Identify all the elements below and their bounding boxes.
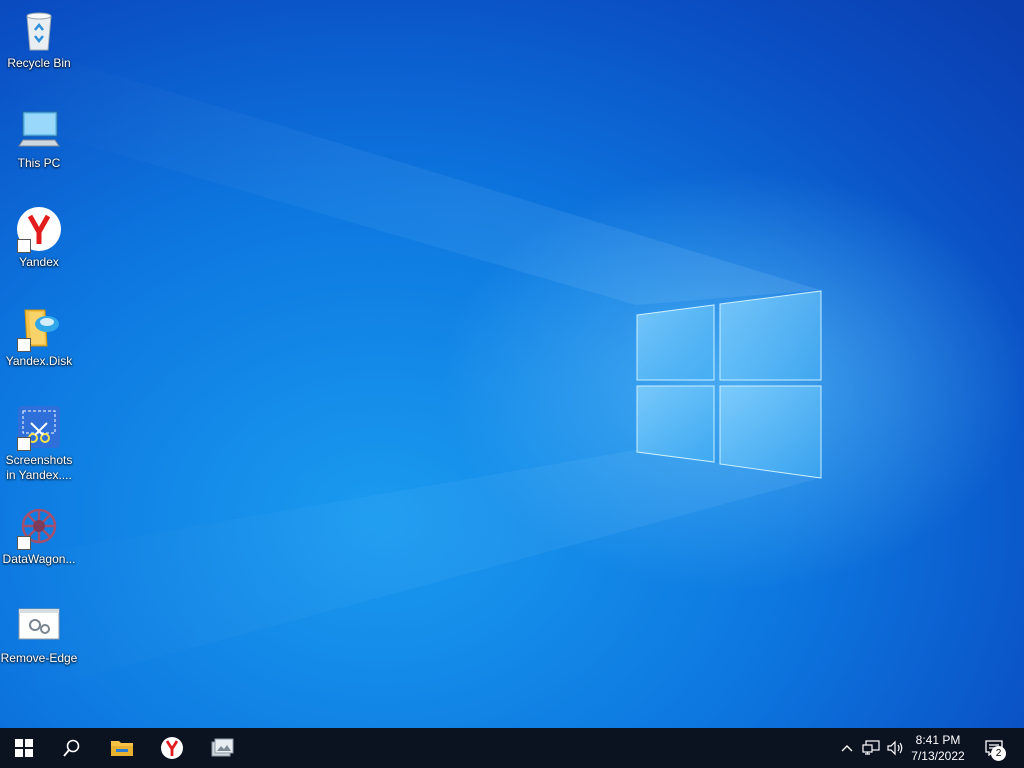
desktop-icon-label: Yandex xyxy=(19,255,59,269)
screenshot-scissors-icon xyxy=(15,403,63,451)
file-explorer-icon xyxy=(111,741,133,756)
chevron-up-icon xyxy=(841,745,853,752)
computer-icon xyxy=(15,106,63,154)
windows-logo-icon xyxy=(15,739,33,757)
tray-show-hidden[interactable] xyxy=(836,728,858,768)
tray-network[interactable] xyxy=(859,728,883,768)
desktop[interactable]: Recycle Bin This PC Yandex Yandex.Disk S… xyxy=(0,0,1024,728)
notification-count-badge: 2 xyxy=(991,746,1006,761)
desktop-icon-remove-edge[interactable]: Remove-Edge xyxy=(0,601,78,666)
yandex-browser-icon xyxy=(15,205,63,253)
desktop-icon-yandex-disk[interactable]: Yandex.Disk xyxy=(0,304,78,369)
datawagon-icon xyxy=(15,502,63,550)
network-icon xyxy=(862,740,880,755)
desktop-icon-screenshots-yandex[interactable]: Screenshots in Yandex.... xyxy=(0,403,78,483)
search-icon xyxy=(63,739,80,757)
taskbar-yandex-browser[interactable] xyxy=(148,728,196,768)
start-button[interactable] xyxy=(0,728,48,768)
shortcut-arrow-icon xyxy=(17,338,31,352)
taskbar-clock[interactable]: 8:41 PM 7/13/2022 xyxy=(900,732,976,764)
taskbar-photo-app[interactable] xyxy=(198,728,246,768)
search-button[interactable] xyxy=(48,728,96,768)
desktop-icon-yandex[interactable]: Yandex xyxy=(0,205,78,270)
recycle-bin-icon xyxy=(15,6,63,54)
shortcut-arrow-icon xyxy=(17,437,31,451)
script-window-icon xyxy=(15,601,63,649)
wallpaper-windows-logo xyxy=(0,40,822,700)
photo-app-icon xyxy=(211,738,234,757)
desktop-icon-label: Yandex.Disk xyxy=(5,354,73,368)
taskbar-file-explorer[interactable] xyxy=(98,728,146,768)
desktop-icon-recycle-bin[interactable]: Recycle Bin xyxy=(0,6,78,71)
yandex-disk-icon xyxy=(15,304,63,352)
desktop-icon-this-pc[interactable]: This PC xyxy=(0,106,78,171)
desktop-icon-label: Remove-Edge xyxy=(0,651,78,665)
desktop-icon-label: DataWagon... xyxy=(2,552,76,566)
clock-time: 8:41 PM xyxy=(915,733,961,747)
taskbar: 8:41 PM 7/13/2022 2 xyxy=(0,728,1024,768)
clock-date: 7/13/2022 xyxy=(911,749,965,763)
desktop-icon-label: Screenshots in Yandex.... xyxy=(5,453,73,482)
desktop-icon-datawagon[interactable]: DataWagon... xyxy=(0,502,78,567)
shortcut-arrow-icon xyxy=(17,239,31,253)
desktop-icon-label: Recycle Bin xyxy=(7,56,71,70)
shortcut-arrow-icon xyxy=(17,536,31,550)
desktop-icon-label: This PC xyxy=(17,156,61,170)
yandex-browser-icon xyxy=(161,737,183,759)
